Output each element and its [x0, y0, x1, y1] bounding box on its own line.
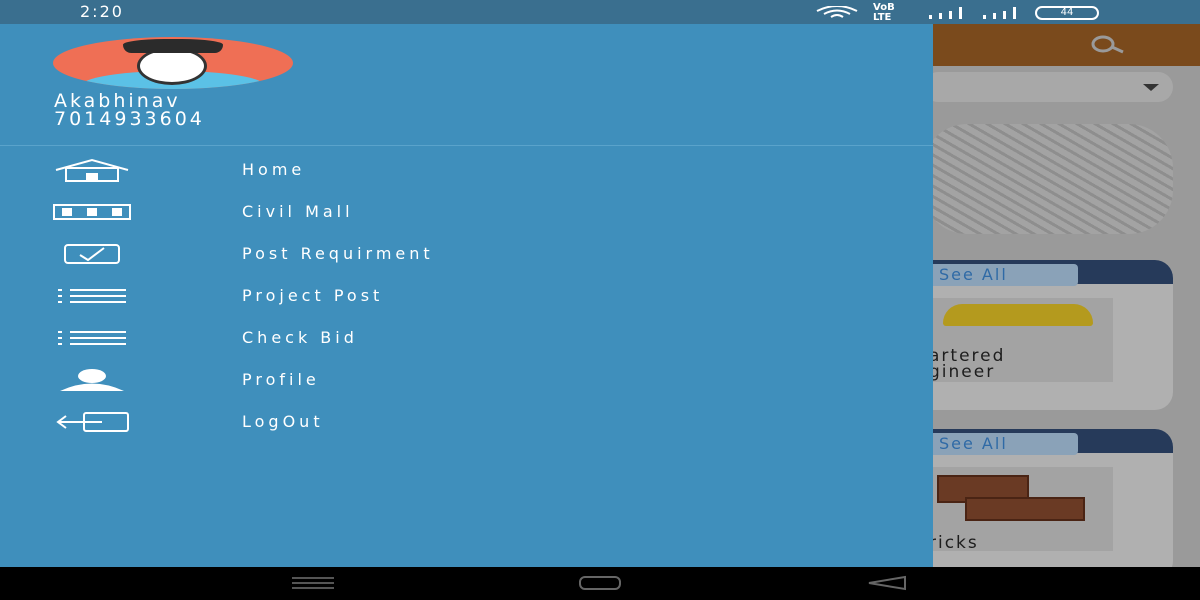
background-app: See All artered gineer See All ricks — [933, 24, 1200, 567]
background-tile: ricks — [933, 467, 1113, 553]
menu-label: Profile — [242, 370, 320, 389]
menu-label: LogOut — [242, 412, 324, 431]
background-toolbar — [933, 24, 1200, 66]
network-label: VoB LTE — [873, 2, 895, 23]
menu-item-home[interactable]: Home — [0, 150, 933, 192]
menu-label: Post Requirment — [242, 244, 434, 263]
menu-item-profile[interactable]: Profile — [0, 360, 933, 402]
signal-icon-2 — [981, 7, 1021, 19]
menu-item-check-bid[interactable]: Check Bid — [0, 318, 933, 360]
home-icon — [52, 158, 132, 182]
see-all-link: See All — [933, 433, 1078, 455]
navigation-drawer: Akabhinav 7014933604 Home Civil Mall Pos… — [0, 24, 933, 567]
menu-label: Home — [242, 160, 306, 179]
status-icons: VoB LTE 44 — [815, 3, 1099, 23]
tile-text: gineer — [933, 362, 996, 382]
background-banner — [933, 124, 1173, 234]
back-nav-button[interactable] — [865, 575, 909, 595]
see-all-link: See All — [933, 264, 1078, 286]
menu-item-civil-mall[interactable]: Civil Mall — [0, 192, 933, 234]
menu-label: Civil Mall — [242, 202, 354, 221]
system-nav-bar — [0, 567, 1200, 600]
background-card-bricks: See All ricks — [933, 429, 1173, 567]
tile-text: ricks — [933, 533, 979, 553]
avatar[interactable] — [53, 37, 293, 89]
menu-item-logout[interactable]: LogOut — [0, 402, 933, 444]
menu-item-project-post[interactable]: Project Post — [0, 276, 933, 318]
brick-icon — [965, 497, 1085, 521]
background-dropdown — [933, 72, 1173, 102]
battery-icon: 44 — [1035, 6, 1099, 20]
logout-icon — [52, 410, 132, 434]
background-tile: artered gineer — [933, 298, 1113, 382]
divider — [0, 145, 933, 146]
background-card-engineer: See All artered gineer — [933, 260, 1173, 410]
menu-label: Project Post — [242, 286, 384, 305]
menu-nav-button[interactable] — [292, 575, 334, 595]
home-nav-button[interactable] — [578, 575, 622, 595]
list-icon — [52, 284, 132, 308]
chevron-down-icon — [1143, 84, 1159, 91]
mall-icon — [52, 200, 132, 224]
menu-item-post-requirement[interactable]: Post Requirment — [0, 234, 933, 276]
status-bar: 2:20 VoB LTE 44 — [0, 0, 1200, 24]
status-time: 2:20 — [80, 2, 124, 21]
signal-icon — [927, 7, 967, 19]
post-requirement-icon — [52, 242, 132, 266]
list-icon — [52, 326, 132, 350]
search-icon — [1091, 34, 1125, 60]
menu-label: Check Bid — [242, 328, 358, 347]
person-icon — [52, 368, 132, 392]
wifi-icon — [815, 6, 859, 20]
helmet-icon — [943, 304, 1093, 326]
user-phone: 7014933604 — [54, 108, 205, 130]
